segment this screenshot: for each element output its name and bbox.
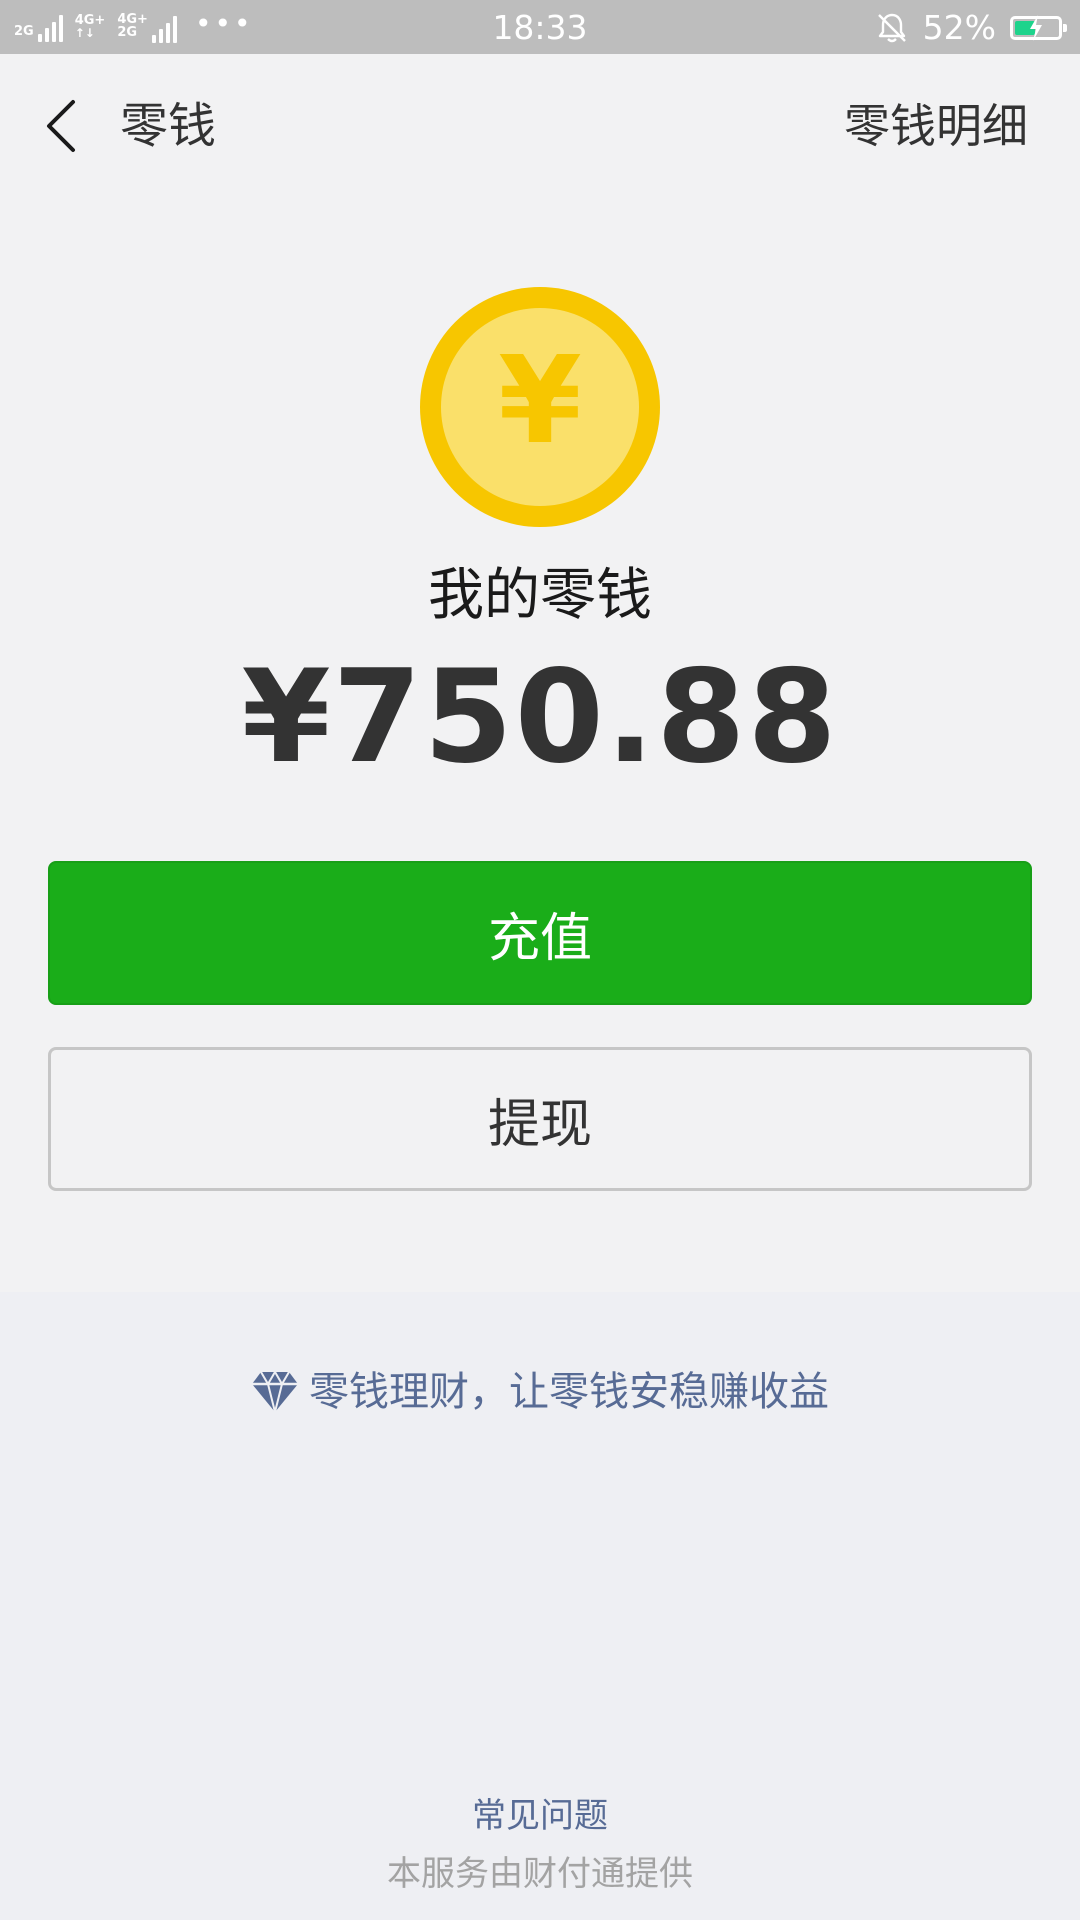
- diamond-icon: [252, 1370, 298, 1413]
- status-bar: 2G 4G+ ↑↓ 4G+ 2G ••• 18:33 52%: [0, 0, 1080, 54]
- charging-bolt-icon: [1030, 15, 1042, 41]
- bell-muted-icon: [877, 13, 906, 43]
- back-button[interactable]: [30, 90, 90, 162]
- recharge-button-label: 充值: [487, 908, 592, 969]
- withdraw-button-label: 提现: [487, 1094, 592, 1155]
- nav-bar: 零钱 零钱明细: [0, 54, 1080, 198]
- coin-symbol: ¥: [498, 332, 582, 471]
- coin-icon: ¥: [420, 287, 660, 527]
- chevron-left-icon: [47, 100, 75, 152]
- battery-icon: [1010, 15, 1067, 41]
- battery-percent: 52%: [922, 8, 996, 47]
- balance-details-link[interactable]: 零钱明细: [844, 94, 1028, 158]
- balance-label: 我的零钱: [428, 563, 652, 628]
- balance-amount: ¥750.88: [241, 643, 839, 792]
- lower-section: 零钱理财，让零钱安稳赚收益 常见问题 本服务由财付通提供: [0, 1292, 1080, 1920]
- faq-link[interactable]: 常见问题: [0, 1792, 1080, 1840]
- withdraw-button[interactable]: 提现: [48, 1047, 1032, 1191]
- recharge-button[interactable]: 充值: [48, 861, 1032, 1005]
- wealth-management-link[interactable]: 零钱理财，让零钱安稳赚收益: [0, 1364, 1080, 1420]
- service-provider-text: 本服务由财付通提供: [387, 1854, 693, 1894]
- page-title: 零钱: [120, 98, 217, 154]
- wealth-management-text: 零钱理财，让零钱安稳赚收益: [309, 1369, 829, 1415]
- status-right: 52%: [875, 8, 1067, 48]
